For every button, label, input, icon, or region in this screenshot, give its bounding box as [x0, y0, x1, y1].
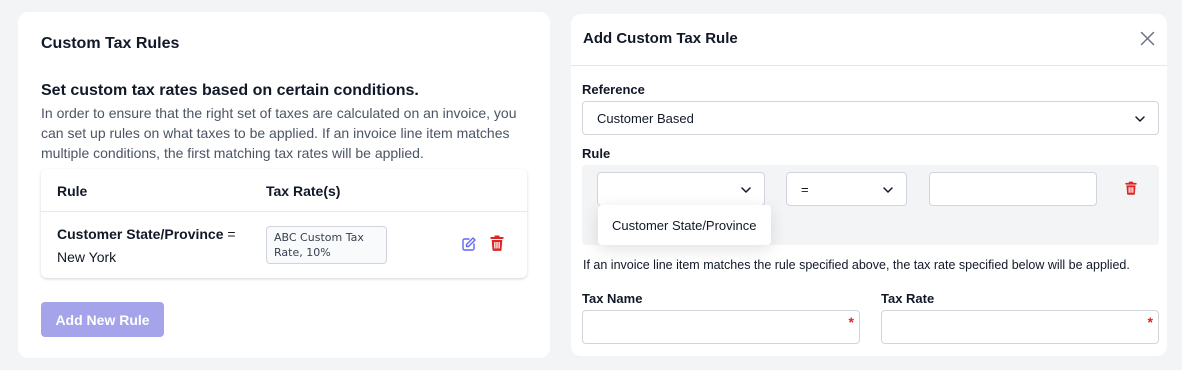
- reference-select[interactable]: Customer Based: [582, 101, 1159, 135]
- reference-label: Reference: [582, 82, 645, 97]
- delete-rule-button[interactable]: [490, 235, 506, 253]
- rule-help-text: If an invoice line item matches the rule…: [583, 258, 1130, 272]
- table-divider: [41, 211, 527, 212]
- intro-heading: Set custom tax rates based on certain co…: [41, 82, 419, 99]
- rule-value-input[interactable]: [929, 172, 1097, 206]
- tax-name-input[interactable]: *: [582, 310, 860, 344]
- column-header-tax-rates: Tax Rate(s): [266, 183, 341, 199]
- tax-name-label: Tax Name: [582, 291, 643, 306]
- reference-select-value: Customer Based: [597, 111, 694, 126]
- tax-rate-chip: ABC Custom Tax Rate, 10%: [266, 226, 387, 264]
- custom-tax-rules-card: Custom Tax Rules Set custom tax rates ba…: [18, 12, 550, 358]
- delete-condition-button[interactable]: [1125, 181, 1137, 195]
- close-button[interactable]: [1140, 31, 1155, 46]
- rules-table: Rule Tax Rate(s) Customer State/Province…: [41, 169, 527, 278]
- rule-operator: =: [227, 226, 236, 242]
- add-new-rule-button[interactable]: Add New Rule: [41, 302, 164, 337]
- rule-value: New York: [57, 249, 117, 265]
- chevron-down-icon: [1135, 116, 1145, 122]
- rule-label: Rule: [582, 146, 611, 161]
- tax-rate-input[interactable]: *: [881, 310, 1159, 344]
- rule-field-select[interactable]: [597, 172, 765, 206]
- page-title: Custom Tax Rules: [41, 35, 180, 52]
- edit-rule-button[interactable]: [461, 236, 479, 254]
- trash-icon: [490, 235, 504, 251]
- chevron-down-icon: [883, 187, 893, 193]
- modal-divider: [571, 65, 1167, 66]
- intro-description: In order to ensure that the right set of…: [41, 105, 517, 161]
- required-marker: *: [848, 314, 854, 330]
- trash-icon: [1125, 181, 1137, 195]
- column-header-rule: Rule: [57, 183, 88, 199]
- rule-field-dropdown: Customer State/Province: [598, 205, 771, 245]
- rule-field: Customer State/Province: [57, 226, 224, 242]
- rule-cell: Customer State/Province = New York: [57, 223, 257, 269]
- add-custom-tax-rule-modal: Add Custom Tax Rule Reference Customer B…: [571, 14, 1167, 356]
- rule-operator-select[interactable]: =: [786, 172, 907, 206]
- dropdown-option-customer-state[interactable]: Customer State/Province: [612, 218, 757, 233]
- chevron-down-icon: [741, 187, 751, 193]
- edit-icon: [462, 237, 476, 251]
- tax-rate-label: Tax Rate: [881, 291, 935, 306]
- rule-operator-select-value: =: [801, 182, 809, 197]
- close-icon: [1140, 31, 1155, 46]
- required-marker: *: [1147, 314, 1153, 330]
- modal-title: Add Custom Tax Rule: [583, 30, 738, 47]
